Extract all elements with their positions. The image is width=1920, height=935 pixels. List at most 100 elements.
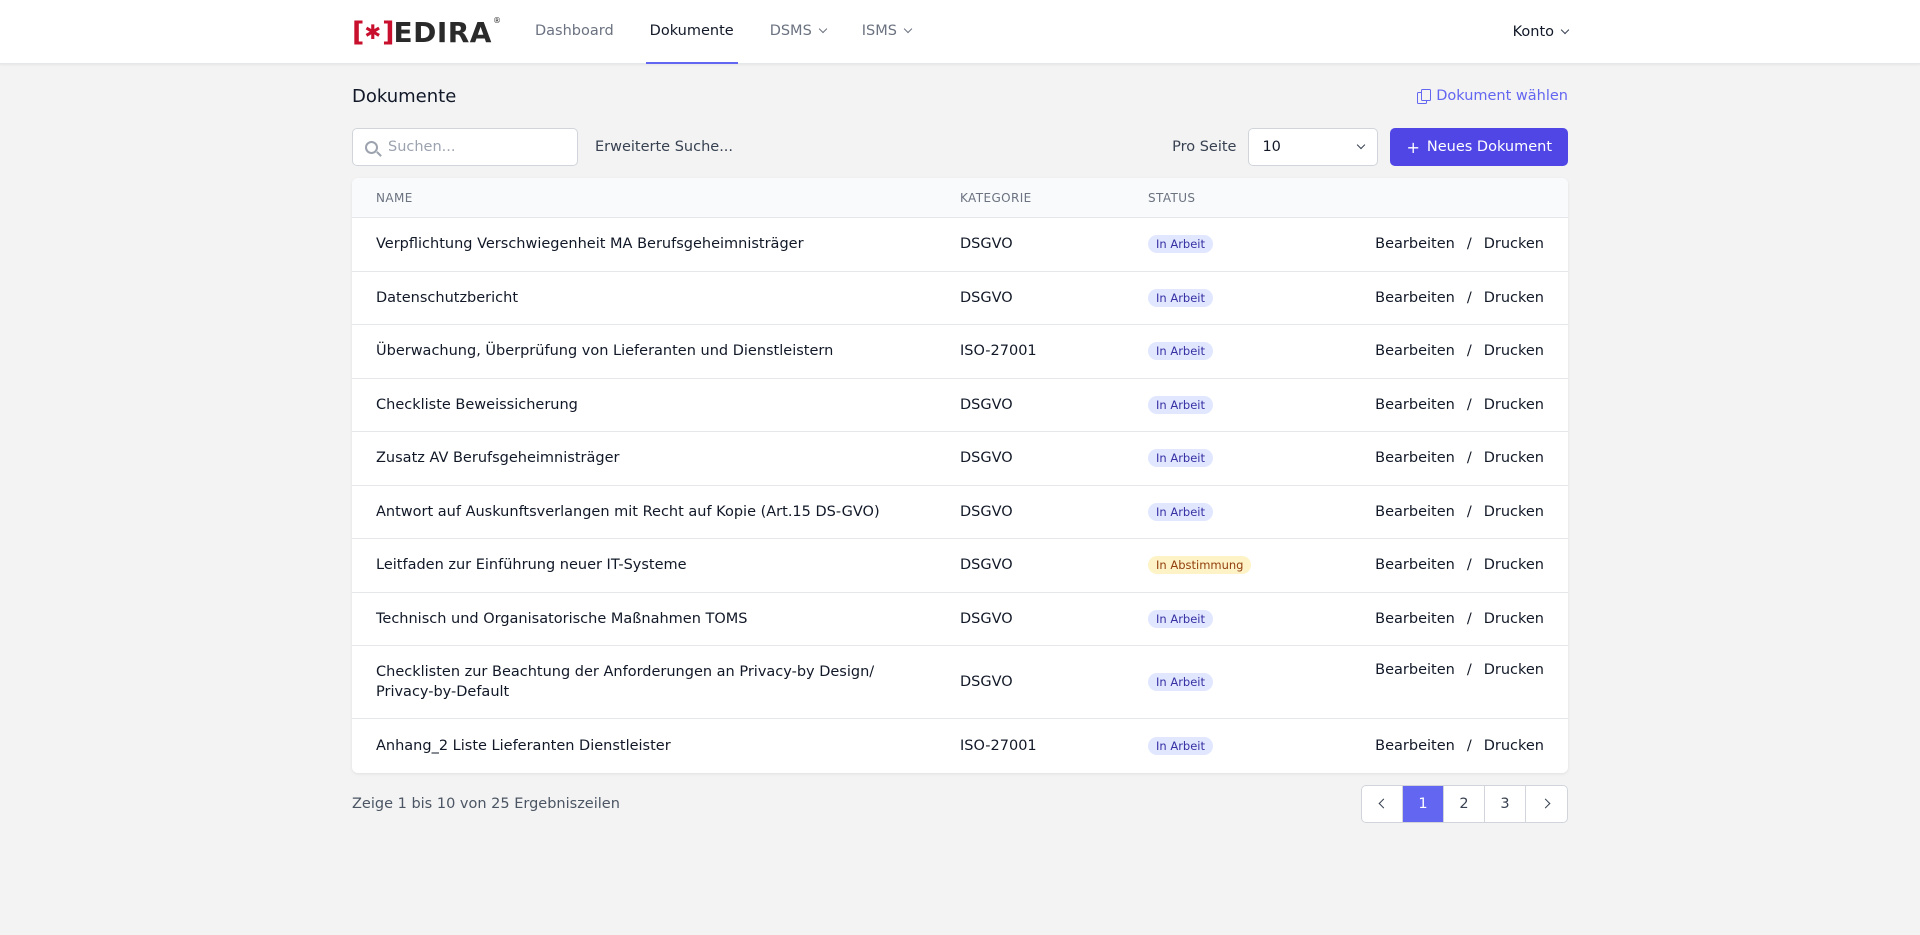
nav-dsms-dropdown[interactable]: DSMS [766, 0, 830, 64]
table-row: Leitfaden zur Einführung neuer IT-System… [352, 539, 1568, 593]
print-link[interactable]: Drucken [1484, 611, 1544, 627]
page-button-3[interactable]: 3 [1485, 785, 1526, 822]
status-badge: In Arbeit [1148, 673, 1214, 691]
table-row: Checkliste Beweissicherung DSGVO In Arbeit… [352, 379, 1568, 432]
chevron-down-icon [903, 24, 913, 34]
status-cell: In Arbeit [1148, 673, 1328, 691]
document-name: Leitfaden zur Einführung neuer IT-System… [376, 557, 687, 574]
header-name[interactable]: NAME [352, 191, 960, 205]
page-button-2[interactable]: 2 [1444, 785, 1485, 822]
edit-link[interactable]: Bearbeiten [1375, 504, 1455, 520]
document-category: DSGVO [960, 674, 1013, 690]
next-page-button[interactable] [1526, 786, 1567, 822]
nav-dokumente[interactable]: Dokumente [645, 0, 738, 64]
document-category: ISO-27001 [960, 737, 1037, 754]
table-row: Verpflichtung Verschwiegenheit MA Berufs… [352, 218, 1568, 272]
choose-document-link[interactable]: Dokument wählen [1417, 88, 1568, 104]
pagination: 1 2 3 [1361, 784, 1568, 823]
action-separator: / [1466, 557, 1472, 574]
document-name: Zusatz AV Berufsgeheimnisträger [376, 450, 620, 467]
chevron-down-icon [1357, 140, 1366, 150]
nav-isms-dropdown[interactable]: ISMS [858, 0, 915, 64]
document-name: Checkliste Beweissicherung [376, 396, 578, 413]
document-category: DSGVO [960, 557, 1013, 574]
table-row: Zusatz AV Berufsgeheimnisträger DSGVO In A… [352, 432, 1568, 486]
logo-bracket-open: [ [352, 16, 364, 48]
actions-cell: Bearbeiten / Drucken [1328, 504, 1568, 520]
actions-cell: Bearbeiten / Drucken [1328, 646, 1568, 678]
print-link[interactable]: Drucken [1484, 504, 1544, 520]
edit-link[interactable]: Bearbeiten [1375, 450, 1455, 466]
prev-page-button[interactable] [1362, 785, 1403, 822]
print-link[interactable]: Drucken [1484, 236, 1544, 252]
status-cell: In Arbeit [1148, 342, 1328, 361]
row-actions: Bearbeiten / Drucken [1375, 236, 1544, 252]
table-row: Datenschutzbericht DSGVO In Arbeit Bearbeit… [352, 272, 1568, 325]
documents-table: NAME KATEGORIE STATUS Verpflichtung Vers… [352, 178, 1568, 773]
action-separator: / [1466, 503, 1472, 520]
new-document-label: Neues Dokument [1426, 139, 1552, 155]
document-name: Technisch und Organisatorische Maßnahmen… [376, 610, 748, 627]
nav-dashboard[interactable]: Dashboard [531, 0, 618, 64]
actions-cell: Bearbeiten / Drucken [1328, 343, 1568, 359]
edit-link[interactable]: Bearbeiten [1375, 236, 1455, 252]
per-page-select[interactable]: 10 [1248, 128, 1379, 166]
nav-dashboard-label: Dashboard [534, 23, 614, 39]
edit-link[interactable]: Bearbeiten [1375, 557, 1455, 573]
edit-link[interactable]: Bearbeiten [1375, 290, 1455, 306]
edit-link[interactable]: Bearbeiten [1375, 611, 1455, 627]
status-badge: In Arbeit [1148, 235, 1214, 254]
edit-link[interactable]: Bearbeiten [1375, 662, 1455, 678]
search-input[interactable] [388, 139, 558, 155]
document-name: Antwort auf Auskunftsverlangen mit Recht… [376, 503, 880, 520]
nav-isms-label: ISMS [861, 23, 897, 39]
print-link[interactable]: Drucken [1484, 662, 1544, 678]
status-badge: In Abstimmung [1148, 556, 1252, 575]
header-status[interactable]: STATUS [1148, 191, 1328, 205]
per-page-label: Pro Seite [1172, 139, 1237, 155]
actions-cell: Bearbeiten / Drucken [1328, 450, 1568, 466]
print-link[interactable]: Drucken [1484, 290, 1544, 306]
document-category: DSGVO [960, 289, 1013, 306]
status-badge: In Arbeit [1148, 502, 1214, 521]
account-menu[interactable]: Konto [1513, 24, 1570, 40]
page-button-1[interactable]: 1 [1403, 785, 1444, 822]
edit-link[interactable]: Bearbeiten [1375, 397, 1455, 413]
nav-dsms-label: DSMS [769, 23, 812, 39]
document-name: Überwachung, Überprüfung von Lieferanten… [376, 343, 834, 360]
choose-document-label: Dokument wählen [1436, 88, 1568, 104]
edit-link[interactable]: Bearbeiten [1375, 343, 1455, 359]
document-category: DSGVO [960, 610, 1013, 627]
print-link[interactable]: Drucken [1484, 397, 1544, 413]
print-link[interactable]: Drucken [1484, 738, 1544, 754]
action-separator: / [1466, 450, 1472, 467]
table-row: Checklisten zur Beachtung der Anforderun… [352, 646, 1568, 719]
advanced-search-link[interactable]: Erweiterte Suche... [595, 139, 733, 155]
search-box[interactable] [352, 128, 578, 166]
copy-icon [1417, 89, 1432, 104]
logo-star-icon: ✱ [364, 20, 382, 44]
new-document-button[interactable]: + Neues Dokument [1390, 128, 1568, 166]
main-content: Dokumente Dokument wählen Erweiterte Suc… [352, 64, 1568, 823]
print-link[interactable]: Drucken [1484, 557, 1544, 573]
chevron-down-icon [818, 24, 828, 34]
print-link[interactable]: Drucken [1484, 343, 1544, 359]
edira-logo[interactable]: [ ✱ ] EDIRA ® [352, 0, 501, 64]
chevron-right-icon [1540, 798, 1550, 809]
actions-cell: Bearbeiten / Drucken [1328, 290, 1568, 306]
nav-dokumente-label: Dokumente [649, 23, 734, 39]
chevron-down-icon [1560, 25, 1570, 35]
row-actions: Bearbeiten / Drucken [1375, 611, 1544, 627]
edit-link[interactable]: Bearbeiten [1375, 738, 1455, 754]
action-separator: / [1466, 236, 1472, 253]
chevron-left-icon [1378, 798, 1389, 809]
row-actions: Bearbeiten / Drucken [1375, 343, 1544, 359]
table-footer: Zeige 1 bis 10 von 25 Ergebniszeilen 1 2… [352, 784, 1568, 823]
header-category[interactable]: KATEGORIE [960, 191, 1148, 205]
document-name: Datenschutzbericht [376, 289, 519, 306]
table-row: Antwort auf Auskunftsverlangen mit Recht… [352, 486, 1568, 539]
action-separator: / [1466, 662, 1472, 678]
print-link[interactable]: Drucken [1484, 450, 1544, 466]
title-row: Dokumente Dokument wählen [352, 64, 1568, 128]
top-navbar: [ ✱ ] EDIRA ® Dashboard Dokumente DSMS I… [0, 0, 1920, 64]
